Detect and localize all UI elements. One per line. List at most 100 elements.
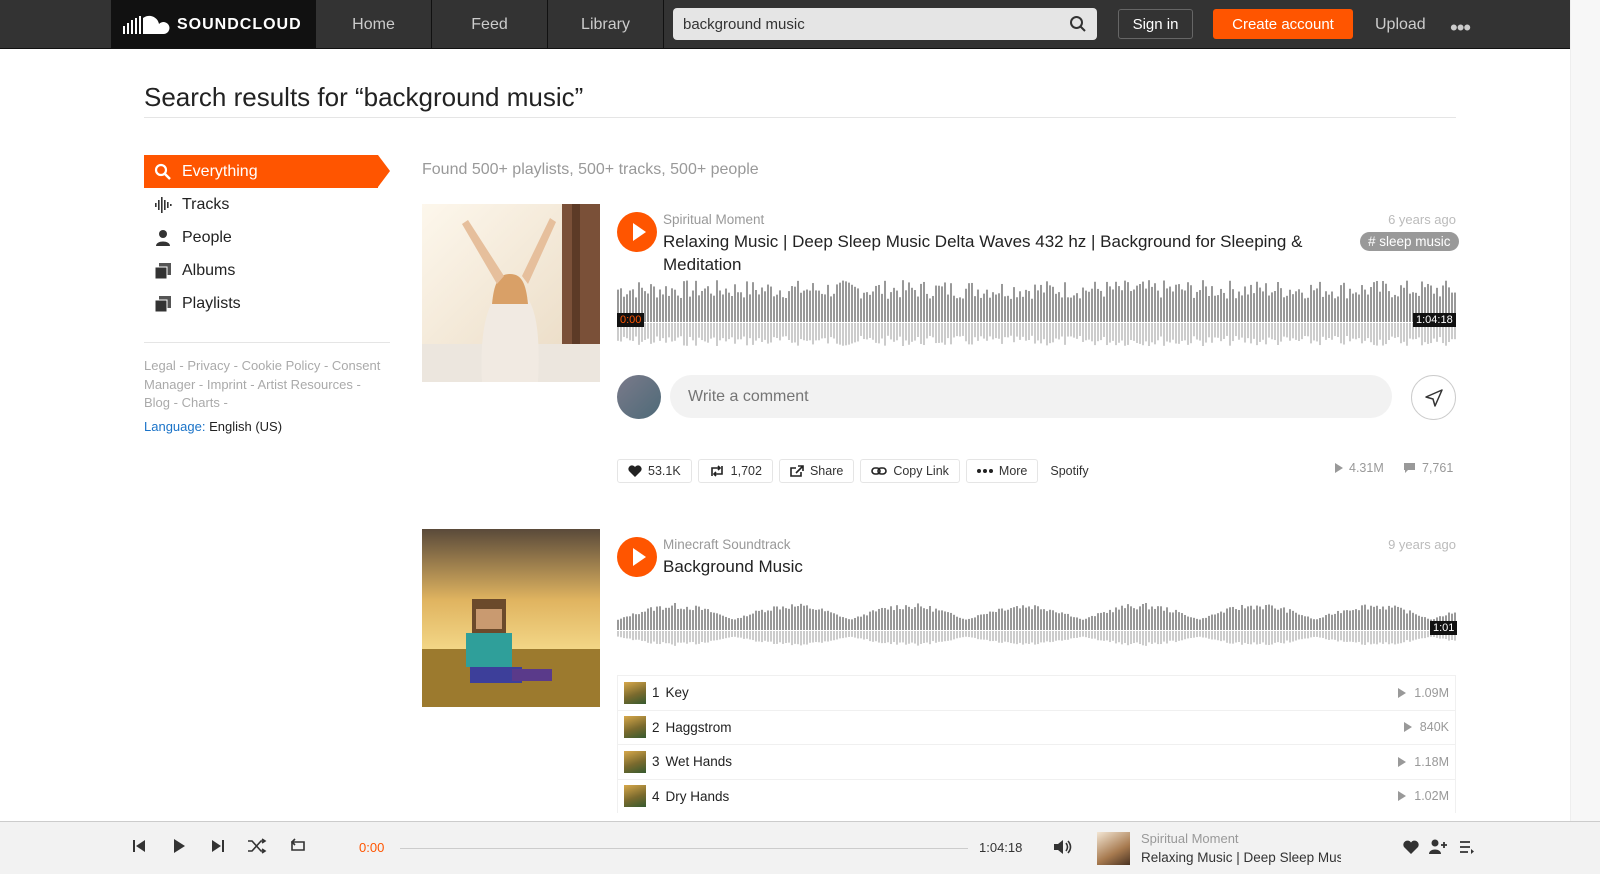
nav-home[interactable]: Home (316, 0, 432, 49)
logo-text: SOUNDCLOUD (177, 15, 302, 33)
volume-icon[interactable] (1052, 838, 1074, 856)
track-name: Key (665, 685, 689, 701)
artwork-woman-stretching-image (422, 204, 600, 382)
person-icon (156, 229, 170, 246)
progress-bar[interactable] (400, 848, 968, 849)
track-thumbnail (624, 681, 646, 704)
posted-time: 9 years ago (1388, 537, 1456, 552)
list-item[interactable]: 2 Haggstrom 840K (617, 709, 1456, 744)
results-count: Found 500+ playlists, 500+ tracks, 500+ … (422, 161, 759, 178)
footer-link-legal[interactable]: Legal (144, 358, 176, 373)
like-button[interactable]: 53.1K (617, 459, 692, 483)
track-number: 2 (652, 719, 660, 735)
copy-link-button[interactable]: Copy Link (860, 459, 960, 483)
list-item[interactable]: 4 Dry Hands 1.02M (617, 778, 1456, 813)
now-playing-artist[interactable]: Spiritual Moment (1141, 831, 1239, 846)
search-icon[interactable] (1069, 15, 1087, 33)
track-name: Dry Hands (665, 788, 730, 804)
sidebar-item-tracks[interactable]: Tracks (144, 188, 390, 221)
track-artist[interactable]: Spiritual Moment (663, 212, 764, 227)
footer-link-cookie-policy[interactable]: Cookie Policy (242, 358, 321, 373)
more-button[interactable]: More (965, 459, 1039, 483)
comment-count: 7,761 (1403, 461, 1453, 475)
sidebar-item-albums[interactable]: Albums (144, 254, 390, 287)
next-track-icon[interactable] (210, 838, 226, 854)
footer-link-charts[interactable]: Charts (182, 395, 220, 410)
track-waveform[interactable] (617, 280, 1456, 346)
more-dots-icon (976, 469, 993, 473)
footer-link-privacy[interactable]: Privacy (187, 358, 230, 373)
sidebar-item-people[interactable]: People (144, 221, 390, 254)
playlist-waveform[interactable] (617, 592, 1456, 656)
soundcloud-logo[interactable]: SOUNDCLOUD (111, 0, 316, 49)
waveform-duration: 1:01 (1430, 621, 1458, 635)
sidebar-item-label: Everything (182, 162, 258, 180)
track-title[interactable]: Relaxing Music | Deep Sleep Music Delta … (663, 230, 1333, 276)
nav-feed[interactable]: Feed (432, 0, 548, 49)
track-artwork[interactable] (422, 204, 600, 382)
playlist-title[interactable]: Background Music (663, 555, 803, 578)
page-scrollbar[interactable] (1570, 0, 1600, 821)
repeat-icon[interactable] (288, 838, 308, 854)
sidebar-item-playlists[interactable]: Playlists (144, 287, 390, 320)
search-input[interactable] (683, 15, 1069, 33)
search-box (673, 8, 1097, 40)
heart-icon (628, 465, 642, 477)
search-icon (154, 163, 171, 180)
create-account-button[interactable]: Create account (1213, 9, 1353, 39)
list-item[interactable]: 1 Key 1.09M (617, 675, 1456, 710)
play-button[interactable] (617, 537, 657, 577)
waveform-duration: 1:04:18 (1413, 313, 1456, 327)
send-comment-button[interactable] (1411, 375, 1456, 420)
track-thumbnail (624, 785, 646, 808)
language-selector[interactable]: Language: English (US) (144, 419, 390, 434)
sidebar-item-everything[interactable]: Everything (144, 155, 390, 188)
share-button[interactable]: Share (778, 459, 855, 483)
repost-button[interactable]: 1,702 (697, 459, 773, 483)
track-name: Wet Hands (665, 754, 733, 770)
now-playing-artwork[interactable] (1097, 832, 1130, 865)
footer-link-blog[interactable]: Blog (144, 395, 170, 410)
nav-library[interactable]: Library (548, 0, 664, 49)
total-duration: 1:04:18 (979, 840, 1023, 855)
comment-count-value: 7,761 (1422, 461, 1454, 475)
follow-icon[interactable] (1428, 839, 1448, 855)
sidebar-item-label: Albums (182, 261, 236, 279)
playlist-tracklist: 1 Key 1.09M 2 Haggstrom 840K 3 Wet Hands… (617, 675, 1456, 813)
play-count-value: 4.31M (1349, 461, 1384, 475)
comment-input[interactable] (688, 387, 1392, 406)
track-thumbnail (624, 750, 646, 773)
playlist-artist[interactable]: Minecraft Soundtrack (663, 537, 791, 552)
footer-link-imprint[interactable]: Imprint (207, 377, 247, 392)
track-number: 4 (652, 788, 660, 804)
play-button[interactable] (617, 212, 657, 252)
waveform-icon (155, 196, 172, 213)
list-item[interactable]: 3 Wet Hands 1.18M (617, 744, 1456, 779)
track-plays-value: 840K (1419, 720, 1449, 735)
track-plays: 1.09M (1398, 686, 1449, 700)
soundcloud-cloud-icon (123, 15, 170, 34)
top-navigation-bar: SOUNDCLOUD Home Feed Library Sign in Cre… (0, 0, 1600, 49)
play-icon[interactable] (171, 838, 187, 854)
shuffle-icon[interactable] (247, 838, 267, 854)
previous-track-icon[interactable] (131, 838, 147, 854)
playlist-artwork[interactable] (422, 529, 600, 707)
play-count-icon (1398, 756, 1407, 767)
artwork-minecraft-steve-image (422, 529, 600, 707)
sidebar-divider (144, 342, 390, 343)
like-icon[interactable] (1403, 840, 1419, 854)
now-playing-title[interactable]: Relaxing Music | Deep Sleep Music D... (1141, 850, 1341, 865)
share-icon (790, 465, 804, 477)
more-menu-icon[interactable]: ••• (1450, 15, 1471, 41)
playlist-icon (154, 295, 171, 312)
track-actions: 53.1K 1,702 Share Copy Link More Spotify (617, 459, 1089, 483)
spotify-link[interactable]: Spotify (1050, 464, 1088, 478)
footer-link-artist-resources[interactable]: Artist Resources (257, 377, 352, 392)
track-plays: 1.02M (1398, 789, 1449, 803)
queue-icon[interactable] (1459, 840, 1475, 854)
sign-in-button[interactable]: Sign in (1118, 9, 1193, 39)
genre-tag[interactable]: # sleep music (1360, 232, 1459, 251)
album-icon (154, 262, 171, 279)
upload-link[interactable]: Upload (1375, 0, 1426, 49)
avatar (617, 375, 661, 419)
